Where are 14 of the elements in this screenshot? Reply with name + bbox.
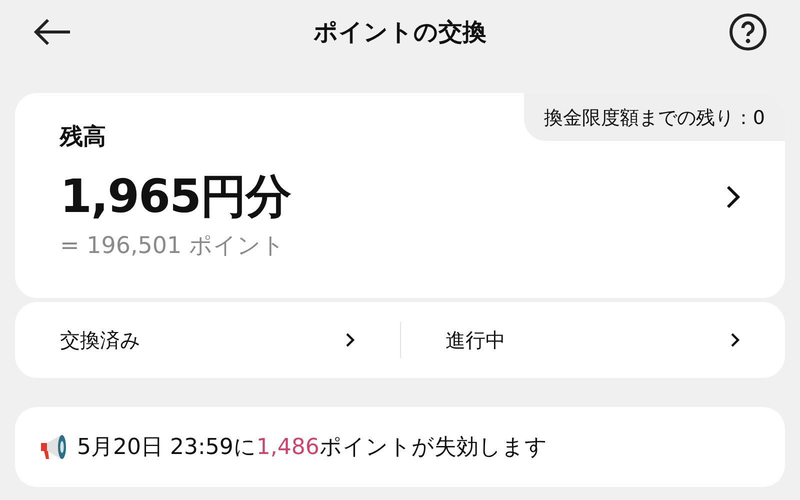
- history-link[interactable]: 交換済み: [60, 320, 354, 360]
- chevron-icon: [726, 185, 740, 209]
- balance-amount: 1,965円分: [60, 168, 291, 225]
- chevron-icon: [344, 332, 354, 348]
- balance-label: 残高: [60, 123, 107, 152]
- points-equivalent: = 196,501 ポイント: [60, 232, 286, 261]
- balance-card[interactable]: 換金限度額までの残り：0 残高 1,965円分 = 196,501 ポイント: [15, 93, 785, 298]
- page-title: ポイントの交換: [314, 17, 486, 48]
- history-link[interactable]: 進行中: [446, 320, 740, 360]
- limit-tag: 換金限度額までの残り：0: [524, 93, 785, 141]
- help-icon[interactable]: [728, 12, 768, 52]
- back-arrow-icon[interactable]: [32, 17, 72, 47]
- chevron-icon: [730, 332, 740, 348]
- expiry-notice: 5月20日 23:59に 1,486ポイントが失効します: [77, 434, 548, 462]
